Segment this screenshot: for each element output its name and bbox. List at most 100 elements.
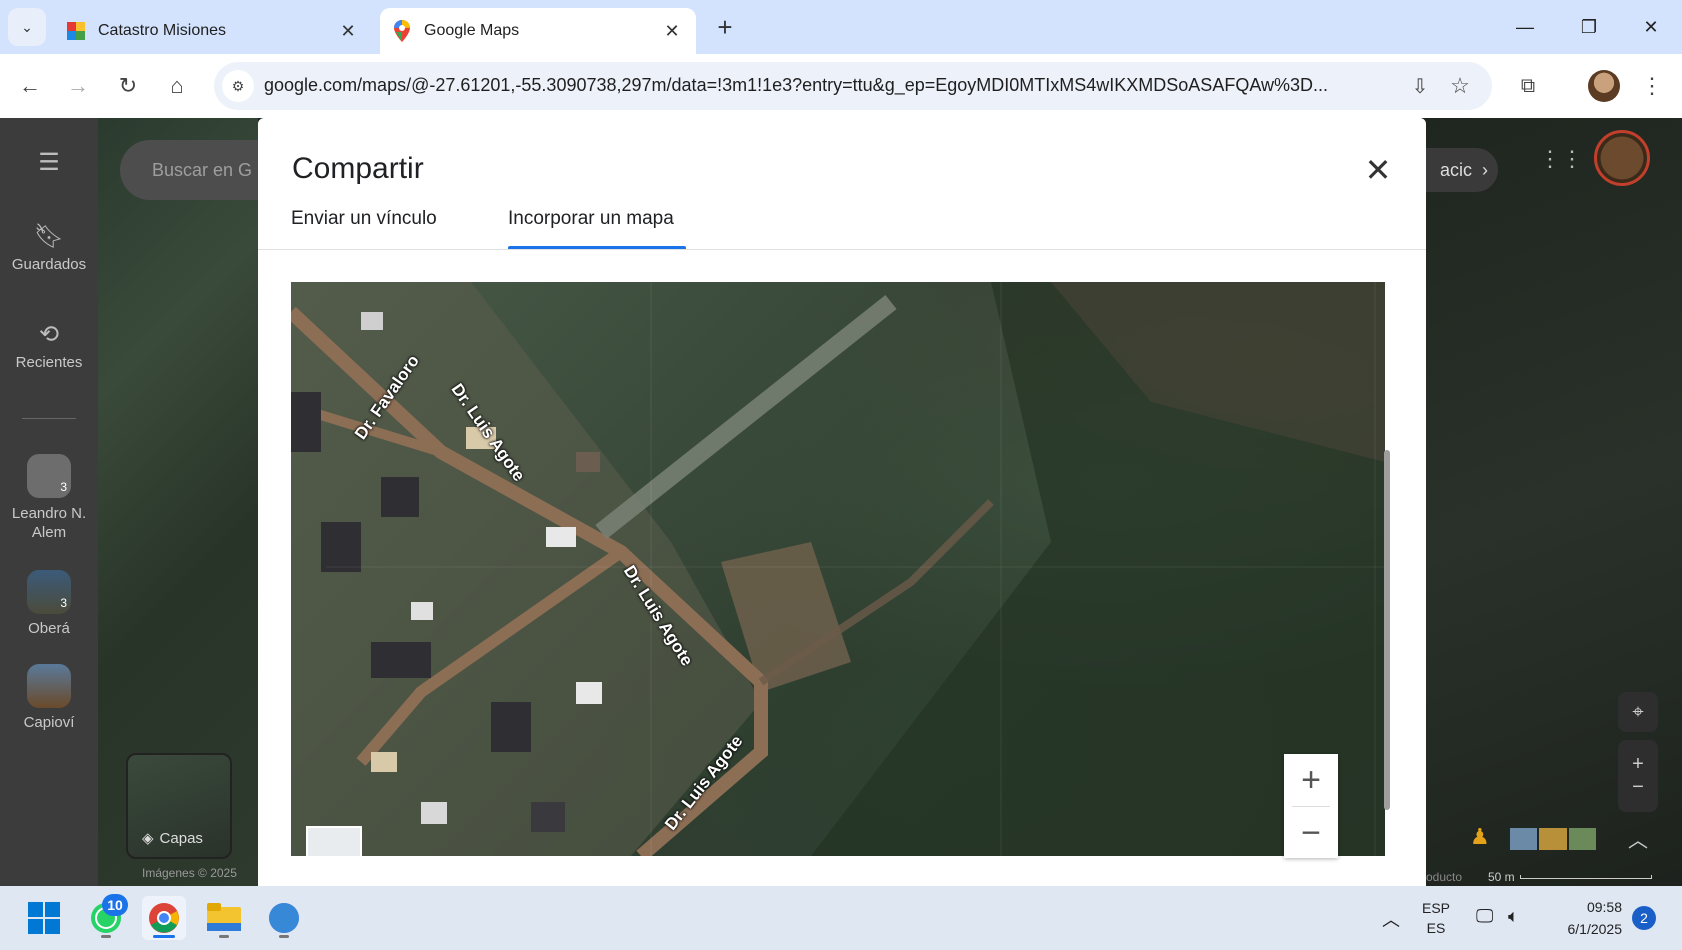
tab-embed-map[interactable]: Incorporar un mapa	[508, 208, 674, 250]
tab-google-maps[interactable]: Google Maps ✕	[380, 8, 696, 54]
close-window-icon[interactable]: ✕	[1628, 10, 1674, 44]
dialog-scrollbar[interactable]	[1384, 450, 1390, 810]
volume-icon[interactable]: 🔈︎	[1508, 906, 1519, 927]
embed-zoom-in-button[interactable]: +	[1284, 754, 1338, 806]
history-icon: ⟲	[38, 320, 60, 348]
layer-thumb[interactable]	[1568, 828, 1596, 850]
tab-catastro[interactable]: Catastro Misiones ✕	[54, 8, 372, 54]
url-text[interactable]: google.com/maps/@-27.61201,-55.3090738,2…	[264, 75, 1384, 96]
chevron-right-icon: ›	[1482, 159, 1488, 180]
account-avatar[interactable]	[1594, 130, 1650, 186]
count-badge: 3	[60, 480, 67, 494]
scale-label: 50 m	[1488, 870, 1515, 884]
recent-button[interactable]: ⟲ Recientes	[0, 320, 98, 372]
embed-layer-toggle[interactable]	[306, 826, 362, 858]
zoom-out-icon[interactable]: −	[1632, 776, 1644, 799]
saved-label: Guardados	[11, 256, 87, 273]
recent-place-leandro[interactable]: 3 Leandro N. Alem	[0, 454, 98, 542]
place-label: Oberá	[28, 620, 70, 637]
hamburger-icon: ☰	[38, 148, 60, 176]
quick-layers[interactable]	[1510, 828, 1596, 852]
notification-badge[interactable]: 2	[1632, 906, 1656, 930]
place-thumbnail	[27, 664, 71, 708]
tab-send-link[interactable]: Enviar un vínculo	[291, 208, 437, 250]
layers-icon: ◈	[142, 830, 154, 847]
close-dialog-icon[interactable]: ✕	[1358, 150, 1398, 190]
running-indicator	[279, 935, 289, 938]
menu-button[interactable]: ☰	[0, 148, 98, 182]
footer-text: oducto	[1426, 870, 1463, 884]
network-icon[interactable]: 🖵︎	[1476, 906, 1493, 927]
close-tab-icon[interactable]: ✕	[336, 19, 360, 43]
expand-up-icon[interactable]: ︿	[1618, 818, 1658, 858]
tab-search-button[interactable]: ⌄	[8, 8, 46, 46]
reload-icon[interactable]: ↻	[108, 66, 148, 106]
chevron-down-icon: ⌄	[21, 18, 33, 35]
embed-zoom-out-button[interactable]: −	[1284, 807, 1338, 859]
tab-title: Google Maps	[424, 22, 520, 39]
lang-bottom: ES	[1426, 920, 1446, 936]
more-menu-icon[interactable]: ⋮	[1638, 68, 1666, 104]
windows-logo-icon	[28, 902, 60, 934]
imagery-credit: Imágenes © 2025	[142, 866, 237, 880]
tabs-divider	[258, 249, 1426, 250]
embed-zoom-control: + −	[1284, 754, 1338, 858]
rail-divider	[22, 418, 76, 419]
folder-icon	[207, 903, 241, 931]
new-tab-button[interactable]: +	[710, 12, 740, 42]
extensions-icon[interactable]: ⧉	[1510, 68, 1546, 104]
layer-thumb[interactable]	[1539, 828, 1567, 850]
layer-thumb[interactable]	[1510, 828, 1538, 850]
saved-button[interactable]: 🔖︎ Guardados	[0, 222, 98, 274]
my-location-icon[interactable]: ⌖	[1618, 692, 1658, 732]
layers-label: Capas	[159, 829, 203, 847]
place-label: Capioví	[23, 714, 75, 731]
site-info-icon[interactable]: ⚙	[222, 70, 254, 102]
chrome-icon	[149, 903, 179, 933]
clock-date: 6/1/2025	[1567, 921, 1623, 937]
clock-time: 09:58	[1586, 899, 1622, 915]
pegman-icon[interactable]: ♟	[1470, 824, 1490, 854]
directions-chip[interactable]: acic ›	[1426, 148, 1498, 192]
file-explorer-app[interactable]	[202, 896, 246, 940]
back-icon[interactable]: ←	[10, 66, 50, 106]
whatsapp-unread-badge: 10	[102, 894, 128, 916]
scale-bar	[1520, 875, 1652, 879]
browser-tab-strip: ⌄ Catastro Misiones ✕ Google Maps ✕ + — …	[0, 0, 1682, 54]
dialog-title: Compartir	[292, 152, 424, 185]
zoom-in-icon[interactable]: +	[1632, 753, 1644, 776]
count-badge: 3	[60, 596, 67, 610]
bookmark-star-icon[interactable]: ☆	[1446, 72, 1474, 100]
bookmark-icon: 🔖︎	[33, 222, 65, 250]
catastro-favicon-icon	[66, 21, 86, 41]
restore-icon[interactable]: ❐	[1566, 10, 1612, 44]
language-indicator[interactable]: ESP ES	[1422, 898, 1450, 938]
forward-icon[interactable]: →	[58, 66, 98, 106]
lang-top: ESP	[1422, 900, 1451, 916]
place-thumbnail: 3	[27, 454, 71, 498]
apps-grid-icon[interactable]: ⋮⋮	[1539, 144, 1583, 174]
profile-avatar[interactable]	[1588, 70, 1620, 102]
active-indicator	[153, 935, 175, 938]
recent-place-obera[interactable]: 3 Oberá	[0, 570, 98, 637]
running-indicator	[101, 935, 111, 938]
search-placeholder: Buscar en G	[152, 160, 253, 180]
chrome-app[interactable]	[142, 896, 186, 940]
chip-text: acic	[1439, 159, 1472, 180]
maps-side-rail: ☰ 🔖︎ Guardados ⟲ Recientes 3 Leandro N. …	[0, 118, 98, 886]
canva-app[interactable]	[262, 896, 306, 940]
recent-place-capiovi[interactable]: Capioví	[0, 664, 98, 731]
close-tab-icon[interactable]: ✕	[660, 19, 684, 43]
address-bar[interactable]: ⚙ google.com/maps/@-27.61201,-55.3090738…	[214, 62, 1492, 110]
embed-map-preview[interactable]: Dr. Favaloro Dr. Luis Agote Dr. Luis Ago…	[291, 282, 1385, 856]
show-hidden-icons-icon[interactable]: ︿	[1382, 906, 1400, 932]
install-app-icon[interactable]: ⇩	[1406, 72, 1434, 100]
minimize-icon[interactable]: —	[1502, 10, 1548, 44]
home-icon[interactable]: ⌂	[157, 66, 197, 106]
map-zoom-control[interactable]: + −	[1618, 740, 1658, 812]
clock[interactable]: 09:58 6/1/2025	[1548, 896, 1623, 940]
maps-pin-icon	[392, 20, 412, 42]
layers-button[interactable]: ◈ Capas	[126, 753, 232, 859]
place-label: Leandro N. Alem	[11, 505, 87, 541]
start-button[interactable]	[22, 896, 66, 940]
